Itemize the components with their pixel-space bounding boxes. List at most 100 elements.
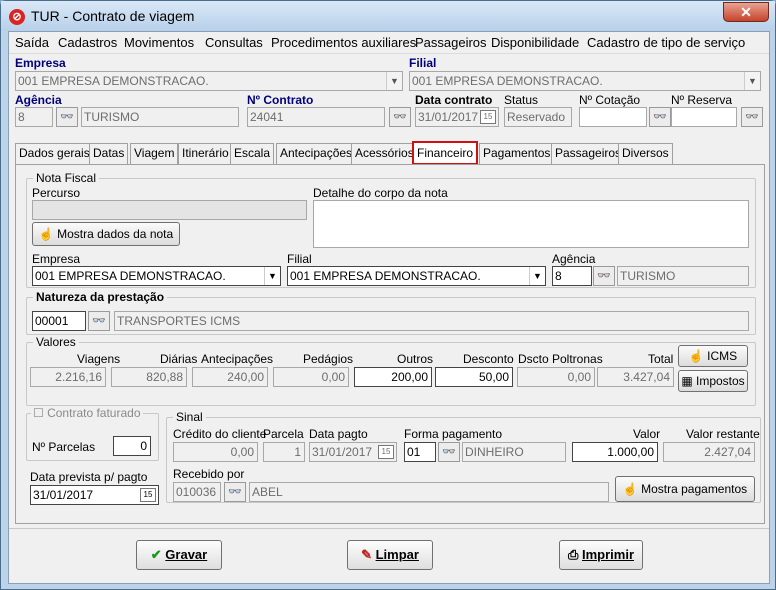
valor-field[interactable]: 1.000,00 [572, 442, 658, 462]
close-button[interactable]: ✕ [723, 2, 769, 22]
parcela-label: Parcela [263, 427, 304, 441]
menu-saida[interactable]: Saída [15, 35, 49, 50]
outros-field[interactable]: 200,00 [354, 367, 432, 387]
tab-antecipacoes[interactable]: Antecipações [276, 143, 357, 164]
natureza-description-field: TRANSPORTES ICMS [114, 311, 749, 331]
contrato-field[interactable]: 24041 [247, 107, 385, 127]
data-prevista-field[interactable]: 31/01/2017 15 [30, 485, 159, 505]
percurso-field[interactable] [32, 200, 307, 220]
cotacao-field[interactable] [579, 107, 647, 127]
calendar-icon[interactable]: 15 [480, 110, 496, 124]
menu-procedimentos[interactable]: Procedimentos auxiliares [271, 35, 416, 50]
nf-filial-value: 001 EMPRESA DEMONSTRACAO. [290, 269, 481, 283]
mostra-dados-label: Mostra dados da nota [57, 227, 174, 241]
menu-cadastros[interactable]: Cadastros [58, 35, 117, 50]
data-pagto-field[interactable]: 31/01/2017 15 [309, 442, 397, 462]
data-prevista-value: 31/01/2017 [33, 488, 94, 502]
binoculars-icon[interactable]: 👓 [88, 311, 110, 331]
faturado-group: ☐ Contrato faturado Nº Parcelas 0 [26, 406, 159, 461]
menu-passageiros[interactable]: Passageiros [415, 35, 487, 50]
sinal-group: Sinal Crédito do cliente 0,00 Parcela 1 … [166, 410, 761, 503]
forma-name-field: DINHEIRO [462, 442, 566, 462]
parcelas-label: Nº Parcelas [32, 440, 96, 454]
filial-value: 001 EMPRESA DEMONSTRACAO. [412, 74, 603, 88]
nf-agencia-code-field[interactable]: 8 [552, 266, 592, 286]
nf-filial-combo[interactable]: 001 EMPRESA DEMONSTRACAO. ▼ [287, 266, 546, 286]
reserva-label: Nº Reserva [671, 93, 733, 107]
limpar-button[interactable]: ✎ Limpar [347, 540, 433, 570]
contrato-label: Nº Contrato [247, 93, 314, 107]
printer-icon: ⎙ [567, 547, 582, 562]
calendar-icon[interactable]: 15 [140, 488, 156, 502]
antecipacoes-label: Antecipações [201, 352, 274, 366]
limpar-label: Limpar [375, 547, 419, 562]
binoculars-icon[interactable]: 👓 [593, 266, 615, 286]
tab-pagamentos[interactable]: Pagamentos [479, 143, 555, 164]
recebido-code-field[interactable]: 010036 [173, 482, 221, 502]
hand-pointer-icon: ☝ [38, 227, 58, 241]
agencia-code-field[interactable]: 8 [15, 107, 53, 127]
natureza-group: Natureza da prestação 00001 👓 TRANSPORTE… [26, 290, 756, 335]
menu-bar: Saída Cadastros Movimentos Consultas Pro… [9, 32, 769, 54]
parcelas-field[interactable]: 0 [113, 436, 151, 456]
valores-group: Valores Viagens 2.216,16 Diárias 820,88 … [26, 335, 756, 406]
forma-code-field[interactable]: 01 [404, 442, 436, 462]
tab-passageiros[interactable]: Passageiros [551, 143, 626, 164]
chevron-down-icon[interactable]: ▼ [264, 267, 280, 285]
tab-acessorios[interactable]: Acessórios [351, 143, 418, 164]
binoculars-icon[interactable]: 👓 [649, 107, 671, 127]
dscto-field: 0,00 [517, 367, 595, 387]
mostra-pagamentos-button[interactable]: ☝ Mostra pagamentos [615, 476, 755, 502]
binoculars-icon[interactable]: 👓 [741, 107, 763, 127]
nf-empresa-combo[interactable]: 001 EMPRESA DEMONSTRACAO. ▼ [32, 266, 281, 286]
desconto-field[interactable]: 50,00 [435, 367, 513, 387]
tab-panel-financeiro: Nota Fiscal Percurso Detalhe do corpo da… [15, 164, 765, 524]
window-title: TUR - Contrato de viagem [31, 8, 195, 24]
binoculars-icon[interactable]: 👓 [224, 482, 246, 502]
imprimir-label: Imprimir [582, 547, 635, 562]
chevron-down-icon[interactable]: ▼ [744, 72, 760, 90]
tab-financeiro[interactable]: Financeiro [412, 141, 479, 165]
data-contrato-field[interactable]: 31/01/2017 15 [415, 107, 499, 127]
tab-viagem[interactable]: Viagem [130, 143, 179, 164]
data-contrato-label: Data contrato [415, 93, 493, 107]
menu-movimentos[interactable]: Movimentos [124, 35, 194, 50]
gravar-button[interactable]: ✔ Gravar [136, 540, 222, 570]
calendar-icon[interactable]: 15 [378, 445, 394, 459]
natureza-title: Natureza da prestação [33, 290, 168, 304]
filial-combo[interactable]: 001 EMPRESA DEMONSTRACAO. ▼ [409, 71, 761, 91]
detalhe-textarea[interactable] [313, 200, 749, 248]
recebido-name-field: ABEL [249, 482, 609, 502]
binoculars-icon[interactable]: 👓 [56, 107, 78, 127]
mostra-dados-nota-button[interactable]: ☝ Mostra dados da nota [32, 222, 180, 246]
menu-consultas[interactable]: Consultas [205, 35, 263, 50]
menu-disponibilidade[interactable]: Disponibilidade [491, 35, 579, 50]
binoculars-icon[interactable]: 👓 [438, 442, 460, 462]
tab-dados-gerais[interactable]: Dados gerais [15, 143, 94, 164]
tab-itinerario[interactable]: Itinerário [178, 143, 233, 164]
hand-pointer-icon: ☝ [688, 349, 708, 363]
tab-escala[interactable]: Escala [230, 143, 275, 164]
tab-datas[interactable]: Datas [89, 143, 129, 164]
impostos-button[interactable]: ▦ Impostos [678, 370, 748, 392]
chevron-down-icon[interactable]: ▼ [529, 267, 545, 285]
filial-label: Filial [409, 56, 437, 70]
icms-label: ICMS [707, 349, 738, 363]
agencia-label: Agência [15, 93, 62, 107]
menu-tipo-servico[interactable]: Cadastro de tipo de serviço [587, 35, 745, 50]
nf-filial-label: Filial [287, 252, 312, 266]
binoculars-icon[interactable]: 👓 [389, 107, 411, 127]
dscto-label: Dscto Poltronas [518, 352, 603, 366]
reserva-field[interactable] [671, 107, 737, 127]
footer-divider [9, 528, 769, 529]
status-field: Reservado [504, 107, 572, 127]
chevron-down-icon[interactable]: ▼ [386, 72, 402, 90]
viagens-field: 2.216,16 [30, 367, 106, 387]
empresa-combo[interactable]: 001 EMPRESA DEMONSTRACAO. ▼ [15, 71, 403, 91]
icms-button[interactable]: ☝ ICMS [678, 345, 748, 367]
natureza-code-field[interactable]: 00001 [32, 311, 86, 331]
parcela-field: 1 [263, 442, 305, 462]
tab-diversos[interactable]: Diversos [618, 143, 673, 164]
imprimir-button[interactable]: ⎙ Imprimir [559, 540, 643, 570]
contrato-faturado-checkbox[interactable]: ☐ Contrato faturado [31, 406, 143, 420]
